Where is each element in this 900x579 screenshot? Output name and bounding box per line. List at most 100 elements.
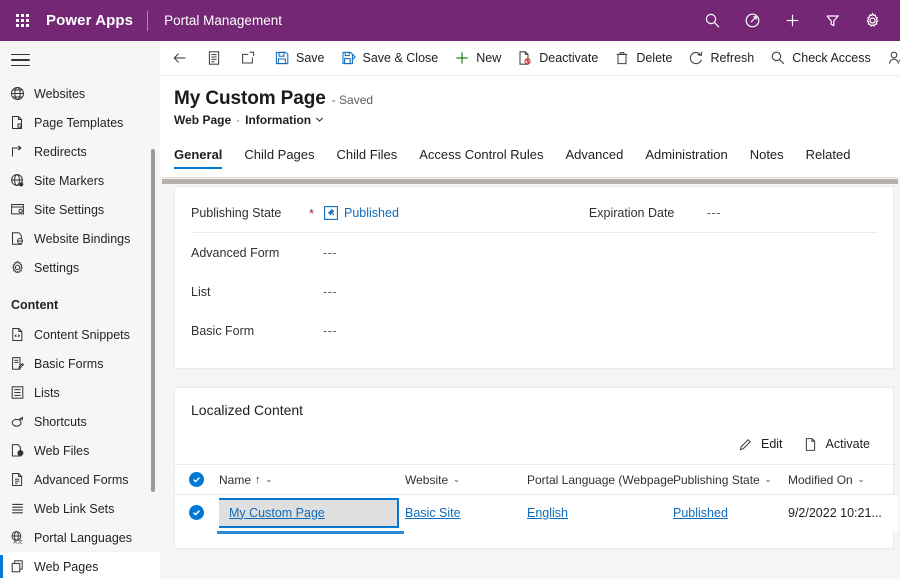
row-portal-language-link[interactable]: English	[527, 506, 568, 520]
row-name-link[interactable]: My Custom Page	[229, 506, 325, 520]
sidebar-item-site-settings[interactable]: Site Settings	[0, 195, 160, 224]
row-publishing-state-link[interactable]: Published	[673, 506, 728, 520]
cell-website[interactable]: Basic Site	[405, 495, 527, 531]
form-selector-button[interactable]: Information	[245, 113, 324, 127]
deactivate-button[interactable]: Deactivate	[509, 41, 606, 76]
table-row[interactable]: My Custom Page Basic Site English Publis…	[175, 495, 898, 531]
gear-icon[interactable]	[852, 0, 892, 41]
sidebar-item-label: Content Snippets	[32, 328, 130, 342]
column-header-modified-on[interactable]: Modified On ⌄	[788, 465, 898, 495]
cell-publishing-state[interactable]: Published	[673, 495, 788, 531]
waffle-menu-button[interactable]	[0, 0, 44, 41]
subtitle-separator: ·	[236, 113, 240, 127]
sidebar-item-portal-languages[interactable]: A 文 Portal Languages	[0, 523, 160, 552]
sidebar-item-web-files[interactable]: Web Files	[0, 436, 160, 465]
column-header-label: Modified On	[788, 473, 853, 487]
assign-button[interactable]: Assign	[879, 41, 900, 76]
column-header-portal-language[interactable]: Portal Language (Webpage Lan... ⌄	[527, 465, 673, 495]
field-value-publishing-state[interactable]: Published	[323, 205, 399, 220]
field-left: Publishing State * Published	[191, 204, 399, 221]
sidebar-hamburger-button[interactable]	[0, 41, 160, 79]
tab-general[interactable]: General	[174, 147, 233, 169]
chevron-down-icon[interactable]: ⌄	[764, 475, 772, 484]
select-all-header[interactable]	[175, 465, 219, 495]
tab-administration[interactable]: Administration	[634, 147, 738, 169]
field-value-advanced-form[interactable]: ---	[323, 246, 337, 260]
cell-modified-on: 9/2/2022 10:21...	[788, 495, 898, 531]
sidebar-item-web-pages[interactable]: Web Pages	[0, 552, 160, 579]
cell-portal-language[interactable]: English	[527, 495, 673, 531]
check-access-button[interactable]: Check Access	[762, 41, 879, 76]
tab-advanced[interactable]: Advanced	[555, 147, 635, 169]
sidebar-item-label: Advanced Forms	[32, 473, 128, 487]
save-and-close-button[interactable]: Save & Close	[333, 41, 447, 76]
sort-ascending-icon: ↑	[255, 474, 261, 486]
save-button[interactable]: Save	[266, 41, 333, 76]
sidebar-item-site-markers[interactable]: Site Markers	[0, 166, 160, 195]
chevron-down-icon[interactable]: ⌄	[857, 475, 865, 484]
field-row-publishing-state: Publishing State * Published Expiratio	[175, 193, 893, 232]
record-header: My Custom Page - Saved Web Page · Inform…	[160, 76, 900, 127]
column-header-publishing-state[interactable]: Publishing State ⌄	[673, 465, 788, 495]
field-value-basic-form[interactable]: ---	[323, 324, 337, 338]
show-chart-button[interactable]	[198, 41, 230, 76]
diagnostics-icon[interactable]	[732, 0, 772, 41]
sidebar-item-basic-forms[interactable]: Basic Forms	[0, 349, 160, 378]
popout-button[interactable]	[232, 41, 264, 76]
chevron-down-icon[interactable]: ⌄	[452, 475, 460, 484]
globe-icon	[10, 85, 32, 103]
sidebar-item-redirects[interactable]: Redirects	[0, 137, 160, 166]
column-header-website[interactable]: Website ⌄	[405, 465, 527, 495]
horizontal-scrollbar-thumb[interactable]	[162, 179, 898, 184]
activate-button[interactable]: Activate	[794, 431, 879, 457]
row-website-link[interactable]: Basic Site	[405, 506, 461, 520]
sidebar-item-content-snippets[interactable]: Content Snippets	[0, 320, 160, 349]
edit-button[interactable]: Edit	[729, 431, 792, 457]
field-row-advanced-form: Advanced Form ---	[175, 233, 893, 272]
tab-access-control-rules[interactable]: Access Control Rules	[408, 147, 554, 169]
sidebar-item-websites[interactable]: Websites	[0, 79, 160, 108]
field-value-list[interactable]: ---	[323, 285, 337, 299]
delete-button[interactable]: Delete	[606, 41, 680, 76]
app-bar: Power Apps Portal Management	[0, 0, 900, 41]
back-button[interactable]	[164, 41, 196, 76]
plus-icon[interactable]	[772, 0, 812, 41]
web-file-icon	[10, 442, 32, 460]
sidebar-item-advanced-forms[interactable]: Advanced Forms	[0, 465, 160, 494]
sidebar-item-web-link-sets[interactable]: Web Link Sets	[0, 494, 160, 523]
tab-label: Administration	[645, 147, 727, 162]
sidebar-item-label: Shortcuts	[32, 415, 87, 429]
horizontal-scrollbar[interactable]	[162, 177, 898, 184]
focused-cell-wrapper[interactable]: My Custom Page	[219, 498, 399, 528]
new-button[interactable]: New	[446, 41, 509, 76]
cell-name[interactable]: My Custom Page	[219, 495, 405, 531]
search-icon[interactable]	[692, 0, 732, 41]
filter-icon[interactable]	[812, 0, 852, 41]
sidebar-item-website-bindings[interactable]: Website Bindings	[0, 224, 160, 253]
deactivate-label: Deactivate	[539, 51, 598, 65]
app-name-label[interactable]: Portal Management	[148, 13, 282, 28]
svg-text:文: 文	[18, 538, 24, 545]
sidebar-item-lists[interactable]: Lists	[0, 378, 160, 407]
chevron-down-icon[interactable]: ⌄	[265, 475, 273, 484]
row-select-checkbox[interactable]	[175, 495, 219, 531]
sidebar-item-shortcuts[interactable]: Shortcuts	[0, 407, 160, 436]
tab-child-files[interactable]: Child Files	[326, 147, 409, 169]
sidebar-item-label: Web Pages	[32, 560, 98, 574]
tab-child-pages[interactable]: Child Pages	[233, 147, 325, 169]
entity-record-icon	[323, 205, 338, 220]
field-label-expiration-date: Expiration Date	[589, 206, 707, 220]
tab-notes[interactable]: Notes	[739, 147, 795, 169]
field-value-expiration-date[interactable]: ---	[707, 206, 721, 220]
sidebar-item-settings[interactable]: Settings	[0, 253, 160, 282]
checkbox-checked-icon[interactable]	[189, 505, 204, 520]
field-left: List ---	[191, 285, 337, 299]
sidebar-item-label: Redirects	[32, 145, 87, 159]
sidebar-item-page-templates[interactable]: Page Templates	[0, 108, 160, 137]
brand-title[interactable]: Power Apps	[44, 12, 147, 29]
checkbox-checked-icon[interactable]	[189, 472, 204, 487]
sidebar-item-label: Basic Forms	[32, 357, 103, 371]
refresh-button[interactable]: Refresh	[680, 41, 762, 76]
column-header-name[interactable]: Name ↑ ⌄	[219, 465, 405, 495]
tab-related[interactable]: Related	[795, 147, 862, 169]
